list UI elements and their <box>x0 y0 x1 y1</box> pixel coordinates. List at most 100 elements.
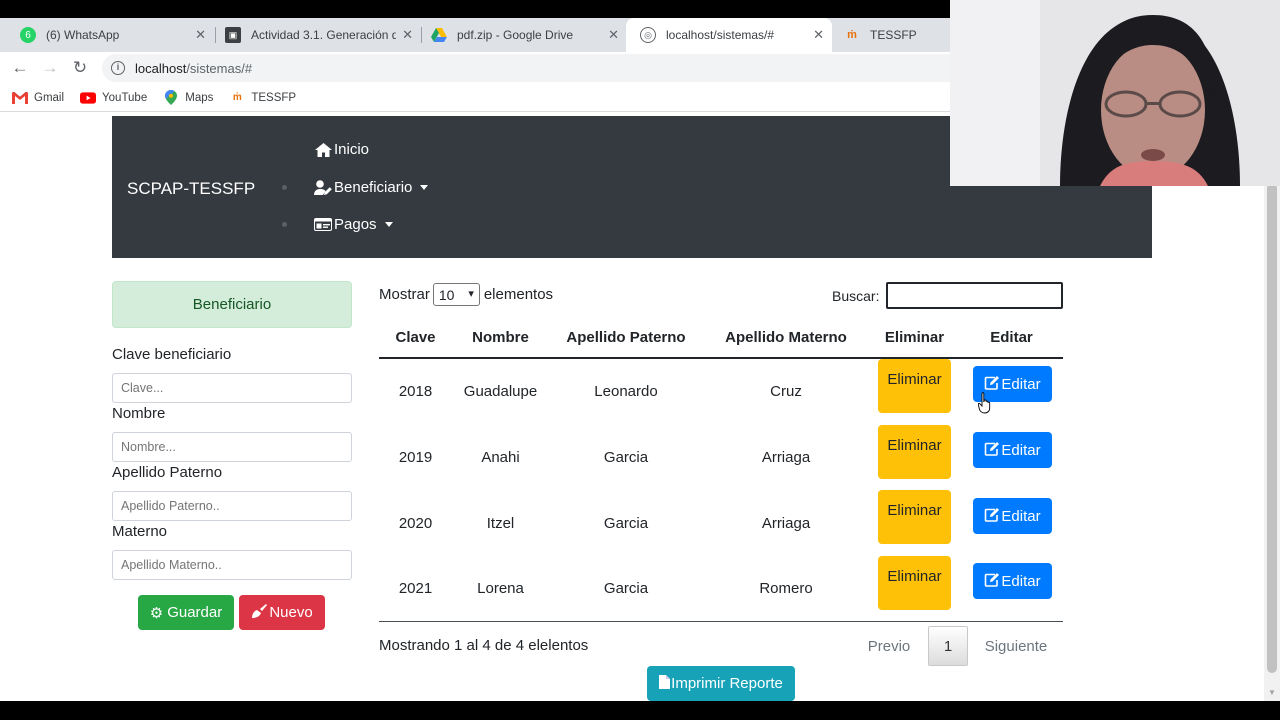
column-header-apellido-paterno[interactable]: Apellido Paterno <box>549 329 703 346</box>
delete-button[interactable]: Eliminar <box>878 490 951 544</box>
user-edit-icon <box>314 179 332 195</box>
edit-label: Editar <box>1001 507 1041 525</box>
url-path: /sistemas/# <box>186 60 253 76</box>
forward-arrow-icon[interactable]: → <box>39 57 61 79</box>
list-bullet <box>282 222 287 227</box>
page-scrollbar[interactable]: ▲ ▼ <box>1264 113 1280 701</box>
pagination-page-current[interactable]: 1 <box>928 626 968 666</box>
save-button[interactable]: ⚙ Guardar <box>138 595 234 630</box>
save-label: Guardar <box>167 604 223 621</box>
pagination-next[interactable]: Siguiente <box>980 626 1052 666</box>
hand-cursor-icon <box>977 392 992 419</box>
column-header-eliminar[interactable]: Eliminar <box>869 329 960 346</box>
apellido-materno-input[interactable] <box>112 550 352 580</box>
page-length-select[interactable]: 10 ▾ <box>432 283 480 306</box>
bookmark-maps[interactable]: Maps <box>163 90 213 105</box>
edit-button[interactable]: Editar <box>973 563 1052 599</box>
search-input[interactable] <box>886 282 1063 309</box>
edit-icon <box>984 572 1000 591</box>
back-arrow-icon[interactable]: ← <box>9 57 31 79</box>
search-label: Buscar: <box>832 288 880 304</box>
maps-icon <box>163 90 179 105</box>
delete-button[interactable]: Eliminar <box>878 425 951 479</box>
nav-label: Inicio <box>334 141 370 159</box>
tab-whatsapp[interactable]: 6 (6) WhatsApp ✕ <box>6 18 214 52</box>
tab-actividad[interactable]: ▣ Actividad 3.1. Generación de ✕ <box>211 18 421 52</box>
tab-tessfp[interactable]: ṁ TESSFP <box>830 18 950 52</box>
tab-title: pdf.zip - Google Drive <box>457 28 574 42</box>
nav-list: Inicio Beneficiario Pagos <box>282 131 429 244</box>
bookmark-gmail[interactable]: Gmail <box>12 91 64 105</box>
new-label: Nuevo <box>269 604 313 621</box>
scroll-down-icon[interactable]: ▼ <box>1268 688 1276 697</box>
column-header-clave[interactable]: Clave <box>379 329 452 346</box>
nav-item-beneficiario[interactable]: Beneficiario <box>282 169 429 207</box>
nombre-input[interactable] <box>112 432 352 462</box>
reload-icon[interactable]: ↻ <box>69 57 91 79</box>
id-card-icon <box>314 217 332 233</box>
clave-input[interactable] <box>112 373 352 403</box>
close-icon[interactable]: ✕ <box>608 27 619 43</box>
caret-down-icon <box>384 222 393 228</box>
show-suffix: elementos <box>483 286 554 303</box>
edit-button[interactable]: Editar <box>973 498 1052 534</box>
cell-nombre: Guadalupe <box>463 383 538 400</box>
label-materno: Materno <box>112 523 168 540</box>
home-icon <box>314 142 332 158</box>
show-prefix: Mostrar <box>379 286 430 303</box>
pagination-previous[interactable]: Previo <box>864 626 914 666</box>
list-bullet <box>282 184 287 190</box>
bookmark-tessfp[interactable]: ṁ TESSFP <box>229 91 296 105</box>
url-text: localhost/sistemas/# <box>135 61 252 76</box>
bookmark-label: TESSFP <box>251 91 297 104</box>
tab-google-drive[interactable]: pdf.zip - Google Drive ✕ <box>417 18 627 52</box>
navbar-brand[interactable]: SCPAP-TESSFP <box>127 179 255 199</box>
cell-nombre: Lorena <box>477 580 524 597</box>
caret-down-icon <box>420 184 429 190</box>
file-pdf-icon <box>659 674 671 693</box>
cell-materno: Arriaga <box>761 515 811 532</box>
column-header-apellido-materno[interactable]: Apellido Materno <box>703 329 869 346</box>
edit-button[interactable]: Editar <box>973 432 1052 468</box>
close-icon[interactable]: ✕ <box>813 27 824 43</box>
nav-item-pagos[interactable]: Pagos <box>282 206 428 244</box>
label-apellido-paterno: Apellido Paterno <box>112 464 223 481</box>
whatsapp-icon: 6 <box>20 27 36 43</box>
cell-materno: Arriaga <box>761 449 811 466</box>
info-icon[interactable]: i <box>111 61 125 75</box>
page-length-control: Mostrar 10 ▾ elementos <box>379 283 553 306</box>
delete-button[interactable]: Eliminar <box>878 556 951 610</box>
delete-button[interactable]: Eliminar <box>878 359 951 413</box>
close-icon[interactable]: ✕ <box>402 27 413 43</box>
label-clave: Clave beneficiario <box>112 346 232 363</box>
address-bar[interactable]: i localhost/sistemas/# <box>102 54 962 82</box>
webcam-person-image <box>950 0 1280 186</box>
edit-icon <box>984 441 1000 460</box>
gmail-icon <box>12 91 28 105</box>
table-header-divider <box>379 357 1063 359</box>
cell-clave: 2019 <box>398 449 433 466</box>
column-header-nombre[interactable]: Nombre <box>452 329 549 346</box>
scrollbar-thumb[interactable] <box>1267 183 1277 673</box>
cell-materno: Cruz <box>770 383 802 400</box>
cell-paterno: Garcia <box>603 449 649 466</box>
bookmark-youtube[interactable]: YouTube <box>80 91 147 105</box>
cell-clave: 2021 <box>398 580 433 597</box>
screen: 6 (6) WhatsApp ✕ ▣ Actividad 3.1. Genera… <box>0 0 1280 720</box>
chevron-down-icon: ▾ <box>468 288 474 300</box>
close-icon[interactable]: ✕ <box>195 27 206 43</box>
cell-clave: 2020 <box>398 515 433 532</box>
column-header-editar[interactable]: Editar <box>960 329 1063 346</box>
tab-title: (6) WhatsApp <box>46 28 120 42</box>
print-report-button[interactable]: Imprimir Reporte <box>647 666 795 701</box>
globe-icon: ◎ <box>640 27 656 43</box>
cell-nombre: Itzel <box>486 515 515 532</box>
nav-label: Pagos <box>334 216 377 234</box>
tab-localhost[interactable]: ◎ localhost/sistemas/# ✕ <box>626 18 832 52</box>
edit-label: Editar <box>1001 441 1041 459</box>
table-footer-divider <box>379 621 1063 622</box>
new-button[interactable]: Nuevo <box>239 595 325 630</box>
nav-item-inicio[interactable]: Inicio <box>282 131 428 169</box>
cell-paterno: Leonardo <box>594 383 658 400</box>
apellido-paterno-input[interactable] <box>112 491 352 521</box>
